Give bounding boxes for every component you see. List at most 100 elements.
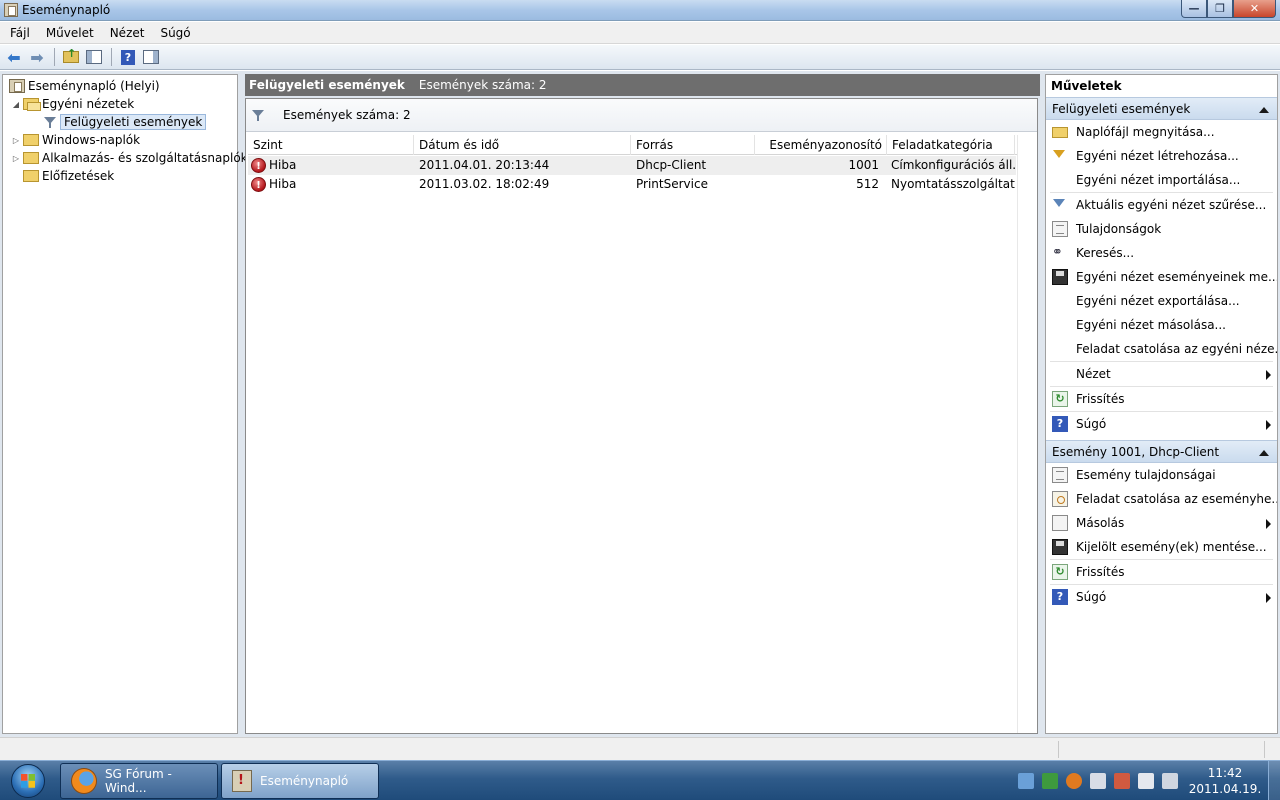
tree-item-app-service-logs[interactable]: ▷ Alkalmazás- és szolgáltatásnaplók — [11, 149, 248, 167]
center-title: Felügyeleti események — [249, 78, 405, 92]
volume-icon[interactable] — [1138, 773, 1154, 789]
column-source[interactable]: Forrás — [631, 135, 755, 155]
show-hide-tree-button[interactable] — [83, 47, 105, 67]
eventlog-icon — [9, 79, 25, 93]
speaker-muted-icon[interactable] — [1114, 773, 1130, 789]
action-copy-custom-view[interactable]: Egyéni nézet másolása... — [1046, 313, 1277, 337]
task-scheduler-icon — [1052, 491, 1068, 507]
action-label: Másolás — [1076, 516, 1125, 530]
taskbar-label: Eseménynapló — [260, 774, 349, 788]
taskbar-eventlog-button[interactable]: Eseménynapló — [221, 763, 379, 799]
show-hide-action-pane-button[interactable] — [140, 47, 162, 67]
network-status-icon[interactable] — [1018, 773, 1034, 789]
error-icon: ! — [251, 158, 266, 173]
column-datetime[interactable]: Dátum és idő — [414, 135, 631, 155]
action-save-events[interactable]: Egyéni nézet eseményeinek me... — [1046, 265, 1277, 289]
action-attach-task-custom-view[interactable]: Feladat csatolása az egyéni néze... — [1046, 337, 1277, 361]
action-label: Súgó — [1076, 590, 1107, 604]
menu-bar: Fájl Művelet Nézet Súgó — [0, 22, 1280, 44]
collapsed-arrow-icon[interactable]: ▷ — [11, 154, 21, 163]
action-import-custom-view[interactable]: Egyéni nézet importálása... — [1046, 168, 1277, 192]
filter-icon — [1052, 197, 1068, 213]
tree-label: Felügyeleti események — [60, 114, 207, 130]
action-help-event[interactable]: ? Súgó — [1046, 585, 1277, 609]
maximize-button[interactable]: ❐ — [1207, 0, 1233, 18]
column-task-category[interactable]: Feladatkategória — [887, 135, 1015, 155]
expanded-arrow-icon[interactable]: ◢ — [11, 100, 21, 109]
back-button[interactable]: ⬅ — [3, 47, 25, 67]
collapsed-arrow-icon[interactable]: ▷ — [11, 136, 21, 145]
action-label: Esemény tulajdonságai — [1076, 468, 1216, 482]
action-refresh[interactable]: ↻ Frissítés — [1046, 387, 1277, 411]
action-properties[interactable]: Tulajdonságok — [1046, 217, 1277, 241]
collapse-up-icon[interactable] — [1259, 107, 1269, 113]
toolbar-separator — [111, 48, 112, 66]
security-center-icon[interactable] — [1042, 773, 1058, 789]
tree-item-windows-logs[interactable]: ▷ Windows-naplók — [11, 131, 140, 149]
action-event-properties[interactable]: Esemény tulajdonságai — [1046, 463, 1277, 487]
action-find[interactable]: ⚭ Keresés... — [1046, 241, 1277, 265]
refresh-icon: ↻ — [1052, 564, 1068, 580]
actions-section-event[interactable]: Esemény 1001, Dhcp-Client — [1046, 440, 1277, 463]
action-help-menu[interactable]: ? Súgó — [1046, 412, 1277, 436]
table-row[interactable]: ! Hiba 2011.03.02. 18:02:49 PrintService… — [248, 175, 1016, 194]
action-create-custom-view[interactable]: Egyéni nézet létrehozása... — [1046, 144, 1277, 168]
help-button[interactable]: ? — [117, 47, 139, 67]
action-save-selected-events[interactable]: Kijelölt esemény(ek) mentése... — [1046, 535, 1277, 559]
action-view-menu[interactable]: Nézet — [1046, 362, 1277, 386]
tree-item-custom-views[interactable]: ◢ Egyéni nézetek — [11, 95, 134, 113]
tree-item-admin-events[interactable]: Felügyeleti események — [41, 113, 207, 131]
error-icon: ! — [251, 177, 266, 192]
network-connection-icon[interactable] — [1162, 773, 1178, 789]
up-one-level-button[interactable] — [60, 47, 82, 67]
tree-item-root[interactable]: Eseménynapló (Helyi) — [7, 77, 160, 95]
action-label: Súgó — [1076, 417, 1107, 431]
filter-bar: Események száma: 2 — [246, 99, 1037, 132]
action-label: Nézet — [1076, 367, 1111, 381]
column-level[interactable]: Szint — [248, 135, 414, 155]
cell-datetime: 2011.04.01. 20:13:44 — [419, 158, 550, 172]
forward-arrow-icon: ➡ — [30, 47, 44, 67]
taskbar-firefox-button[interactable]: SG Fórum - Wind... — [60, 763, 218, 799]
menu-help[interactable]: Súgó — [152, 23, 198, 43]
create-filter-icon — [1052, 148, 1068, 164]
collapse-up-icon[interactable] — [1259, 450, 1269, 456]
avast-icon[interactable] — [1066, 773, 1082, 789]
start-button[interactable] — [4, 762, 52, 800]
menu-action[interactable]: Művelet — [38, 23, 102, 43]
toolbar-separator — [54, 48, 55, 66]
submenu-arrow-icon — [1266, 420, 1271, 430]
column-event-id[interactable]: Eseményazonosító — [755, 135, 887, 155]
properties-icon — [1052, 467, 1068, 483]
action-label: Frissítés — [1076, 565, 1125, 579]
cell-source: PrintService — [636, 177, 708, 191]
close-button[interactable]: ✕ — [1233, 0, 1276, 18]
tree-item-subscriptions[interactable]: Előfizetések — [21, 167, 114, 185]
clock[interactable]: 11:42 2011.04.19. — [1185, 765, 1265, 797]
help-icon: ? — [121, 49, 135, 65]
center-header: Felügyeleti események Események száma: 2 — [245, 74, 1040, 96]
show-desktop-button[interactable] — [1268, 761, 1280, 800]
action-filter-current-view[interactable]: Aktuális egyéni nézet szűrése... — [1046, 193, 1277, 217]
action-copy[interactable]: Másolás — [1046, 511, 1277, 535]
cell-level: Hiba — [269, 177, 297, 191]
actions-title: Műveletek — [1046, 75, 1277, 97]
minimize-button[interactable]: — — [1181, 0, 1207, 18]
action-pane-icon — [143, 50, 159, 64]
vertical-scrollbar[interactable] — [1017, 135, 1037, 733]
forward-button[interactable]: ➡ — [26, 47, 48, 67]
action-export-custom-view[interactable]: Egyéni nézet exportálása... — [1046, 289, 1277, 313]
actions-pane: Műveletek Felügyeleti események Naplófáj… — [1045, 74, 1278, 734]
menu-file[interactable]: Fájl — [2, 23, 38, 43]
menu-view[interactable]: Nézet — [102, 23, 153, 43]
filter-icon — [43, 115, 57, 129]
action-refresh-event[interactable]: ↻ Frissítés — [1046, 560, 1277, 584]
actions-section-admin-events[interactable]: Felügyeleti események — [1046, 97, 1277, 120]
action-label: Keresés... — [1076, 246, 1135, 260]
clock-time: 11:42 — [1207, 766, 1243, 780]
device-icon[interactable] — [1090, 773, 1106, 789]
toolbar: ⬅ ➡ ? — [0, 45, 1280, 70]
table-row[interactable]: ! Hiba 2011.04.01. 20:13:44 Dhcp-Client … — [248, 156, 1016, 175]
action-attach-task-event[interactable]: Feladat csatolása az eseményhe... — [1046, 487, 1277, 511]
action-open-log-file[interactable]: Naplófájl megnyitása... — [1046, 120, 1277, 144]
